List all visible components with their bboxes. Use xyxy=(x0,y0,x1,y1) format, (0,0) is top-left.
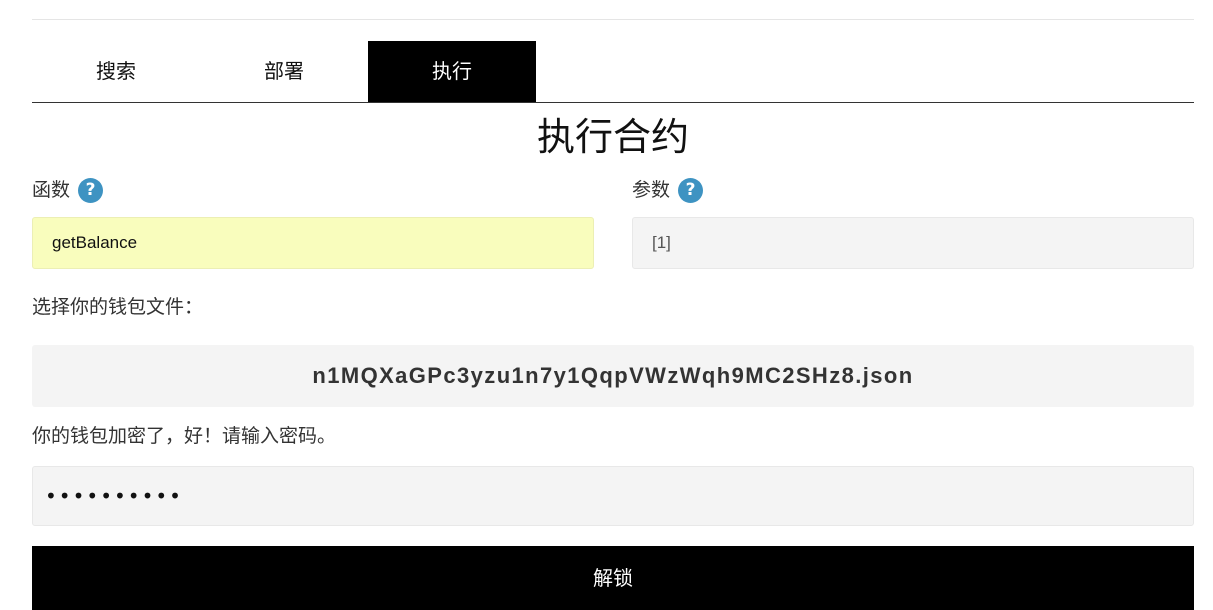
wallet-file-selector[interactable]: n1MQXaGPc3yzu1n7y1QqpVWzWqh9MC2SHz8.json xyxy=(32,345,1194,407)
tab-search[interactable]: 搜索 xyxy=(32,41,200,102)
help-icon[interactable]: ? xyxy=(678,177,704,203)
execute-contract-panel: 搜索 部署 执行 执行合约 函数 ? 参数 ? 选择你的钱包文件： n1MQXa… xyxy=(32,0,1194,610)
tab-execute[interactable]: 执行 xyxy=(368,41,536,102)
params-input[interactable] xyxy=(632,217,1194,269)
help-icon[interactable]: ? xyxy=(78,177,104,203)
top-divider xyxy=(32,19,1194,20)
tab-deploy[interactable]: 部署 xyxy=(200,41,368,102)
params-label: 参数 xyxy=(632,179,671,201)
wallet-encrypted-note: 你的钱包加密了，好！请输入密码。 xyxy=(32,425,337,447)
params-label-row: 参数 ? xyxy=(632,176,704,204)
unlock-button[interactable]: 解锁 xyxy=(32,546,1194,610)
tab-bar: 搜索 部署 执行 xyxy=(32,41,1194,103)
function-label-row: 函数 ? xyxy=(32,176,104,204)
function-input[interactable] xyxy=(32,217,594,269)
function-label: 函数 xyxy=(32,179,71,201)
password-input[interactable] xyxy=(32,466,1194,526)
select-wallet-label: 选择你的钱包文件： xyxy=(32,296,204,318)
page-title: 执行合约 xyxy=(536,115,689,159)
